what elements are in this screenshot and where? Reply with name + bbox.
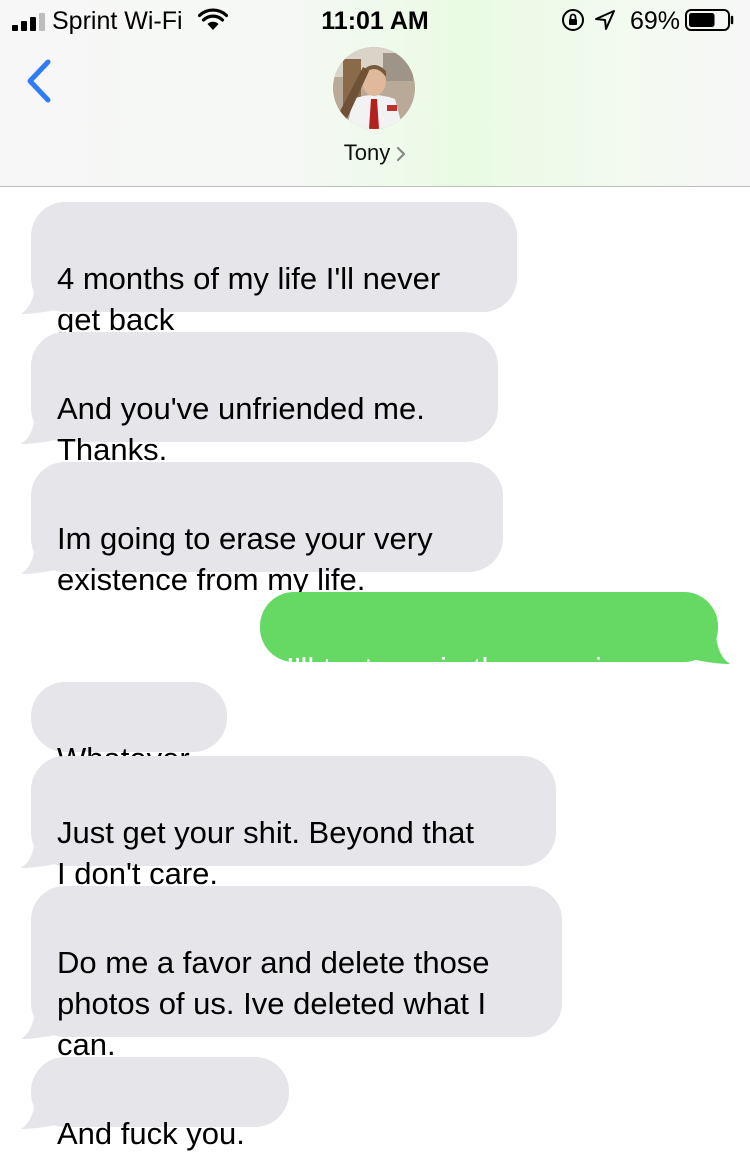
message-bubble-incoming[interactable]: Just get your shit. Beyond that I don't … — [31, 756, 556, 891]
message-text: And you've unfriended me. Thanks. — [57, 391, 425, 467]
message-text: Im going to erase your very existence fr… — [57, 521, 433, 597]
message-bubble-incoming[interactable]: Do me a favor and delete those photos of… — [31, 886, 562, 1062]
battery-icon — [685, 9, 734, 31]
message-bubble-outgoing[interactable]: I'll text you in the morning. — [260, 592, 718, 686]
message-bubble-incoming[interactable]: 4 months of my life I'll never get back — [31, 202, 517, 337]
battery-percent: 69% — [630, 7, 681, 35]
message-text: Do me a favor and delete those photos of… — [57, 945, 490, 1062]
message-text: 4 months of my life I'll never get back — [57, 261, 441, 337]
message-bubble-incoming[interactable]: And fuck you. — [31, 1057, 289, 1151]
bubble-tail — [21, 546, 55, 574]
message-text: Just get your shit. Beyond that I don't … — [57, 815, 475, 891]
bubble-tail — [21, 1011, 55, 1039]
location-arrow-icon — [595, 10, 615, 30]
status-bar: Sprint Wi-Fi 11:01 AM 69% — [0, 0, 750, 40]
contact-avatar[interactable] — [333, 47, 415, 129]
message-text: And fuck you. — [57, 1116, 245, 1151]
message-bubble-incoming[interactable]: And you've unfriended me. Thanks. — [31, 332, 498, 467]
bubble-tail — [21, 286, 55, 314]
bubble-tail — [696, 636, 730, 664]
chevron-right-icon — [397, 147, 406, 162]
orientation-lock-icon — [562, 9, 584, 31]
chevron-left-icon — [27, 59, 51, 103]
contact-name: Tony — [343, 140, 391, 165]
message-bubble-incoming[interactable]: Im going to erase your very existence fr… — [31, 462, 503, 597]
bubble-tail — [21, 416, 55, 444]
back-button[interactable] — [20, 56, 60, 106]
bubble-tail — [21, 1101, 55, 1129]
contact-photo — [333, 47, 415, 129]
conversation-header: Sprint Wi-Fi 11:01 AM 69% Tony — [0, 0, 750, 187]
contact-name-button[interactable]: Tony — [0, 140, 750, 166]
bubble-tail — [21, 840, 55, 868]
message-bubble-incoming[interactable]: Whatever — [31, 682, 227, 776]
message-text: I'll text you in the morning. — [286, 651, 646, 686]
